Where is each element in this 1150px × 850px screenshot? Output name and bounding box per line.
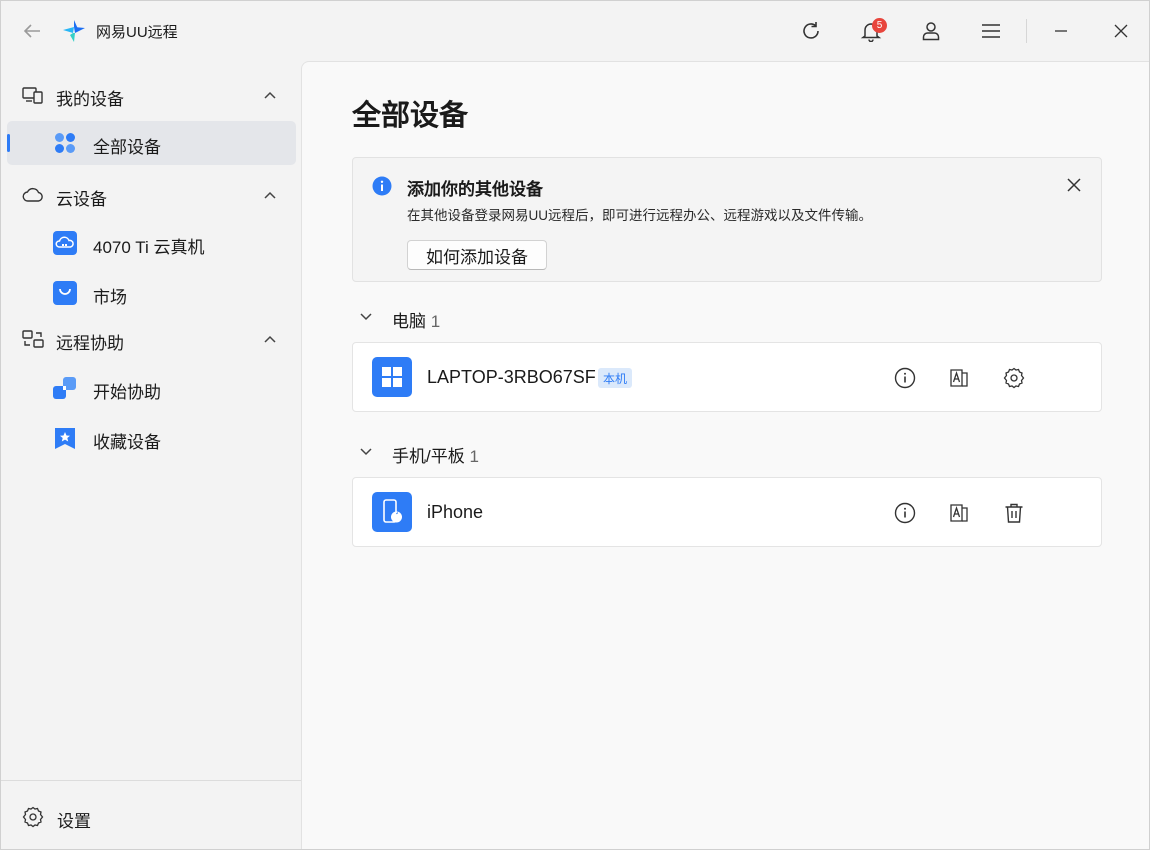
cloud-pc-icon — [53, 231, 77, 255]
info-icon — [894, 367, 916, 389]
minimize-icon — [1055, 30, 1067, 32]
sidebar-item-label: 全部设备 — [93, 138, 161, 157]
refresh-icon — [803, 22, 819, 39]
device-card-iphone[interactable]: iPhone — [352, 477, 1102, 547]
nav-group-label: 我的设备 — [56, 90, 124, 109]
gear-icon — [1003, 367, 1025, 389]
device-card-laptop[interactable]: LAPTOP-3RBO67SF 本机 — [352, 342, 1102, 412]
info-icon — [894, 502, 916, 524]
refresh-button[interactable] — [796, 16, 826, 46]
active-indicator — [7, 134, 10, 152]
minimize-button[interactable] — [1046, 16, 1076, 46]
translate-icon — [950, 504, 968, 522]
menu-button[interactable] — [976, 16, 1006, 46]
arrow-left-icon — [23, 24, 40, 38]
back-button[interactable] — [19, 19, 45, 43]
settings-label: 设置 — [57, 812, 91, 831]
info-filled-icon — [372, 176, 392, 196]
trash-icon — [1005, 503, 1023, 523]
section-label: 手机/平板 1 — [392, 447, 479, 466]
device-settings-button[interactable] — [1001, 365, 1027, 391]
sidebar: 我的设备 全部设备 云设备 4070 Ti 云真机 市场 远程协助 开始协助 收… — [1, 61, 301, 849]
chevron-up-icon[interactable] — [261, 187, 279, 203]
close-icon — [1114, 24, 1128, 38]
menu-icon — [982, 24, 1000, 38]
sidebar-item-label: 收藏设备 — [93, 433, 161, 452]
sidebar-item-label: 4070 Ti 云真机 — [93, 238, 205, 257]
titlebar-divider — [1026, 19, 1027, 43]
devices-icon — [21, 84, 45, 106]
start-assist-icon — [53, 377, 76, 399]
sidebar-item-start-assist[interactable]: 开始协助 — [7, 366, 296, 410]
notification-badge: 5 — [872, 18, 887, 33]
banner-description: 在其他设备登录网易UU远程后，即可进行远程办公、远程游戏以及文件传输。 — [407, 208, 872, 223]
section-count: 1 — [469, 447, 479, 466]
gear-icon — [21, 805, 45, 829]
assist-icon — [21, 328, 45, 350]
nav-group-label: 云设备 — [56, 190, 107, 209]
notifications-button[interactable]: 5 — [856, 16, 887, 46]
add-device-banner: 添加你的其他设备 在其他设备登录网易UU远程后，即可进行远程办公、远程游戏以及文… — [352, 157, 1102, 282]
close-icon — [1067, 178, 1081, 192]
nav-group-remote-assist[interactable]: 远程协助 — [1, 317, 301, 361]
settings-button[interactable]: 设置 — [1, 799, 301, 835]
section-label: 电脑 1 — [392, 312, 441, 331]
nav-group-my-devices[interactable]: 我的设备 — [1, 73, 301, 117]
sidebar-item-favorites[interactable]: 收藏设备 — [7, 416, 296, 460]
grid-dots-icon — [55, 133, 75, 153]
device-name: iPhone — [427, 502, 484, 522]
page-title: 全部设备 — [352, 100, 469, 132]
device-info-button[interactable] — [892, 365, 918, 391]
section-count: 1 — [430, 312, 441, 331]
sidebar-item-cloud-pc[interactable]: 4070 Ti 云真机 — [7, 221, 296, 265]
shopping-bag-icon — [53, 281, 77, 305]
chevron-down-icon[interactable] — [357, 308, 375, 326]
how-to-add-device-button[interactable]: 如何添加设备 — [407, 240, 547, 270]
chevron-up-icon[interactable] — [261, 87, 279, 103]
sidebar-item-all-devices[interactable]: 全部设备 — [7, 121, 296, 165]
chevron-up-icon[interactable] — [261, 331, 279, 347]
chevron-down-icon[interactable] — [357, 443, 375, 461]
sidebar-divider — [1, 780, 301, 781]
bookmark-star-icon — [55, 428, 75, 449]
cloud-icon — [21, 184, 45, 206]
sidebar-item-label: 开始协助 — [93, 383, 161, 402]
nav-group-label: 远程协助 — [56, 334, 124, 353]
translate-icon — [950, 369, 968, 387]
this-device-badge: 本机 — [598, 368, 633, 388]
app-title: 网易UU远程 — [96, 24, 178, 41]
device-name: LAPTOP-3RBO67SF — [427, 367, 596, 387]
banner-title: 添加你的其他设备 — [407, 180, 543, 199]
nav-group-cloud-devices[interactable]: 云设备 — [1, 173, 301, 217]
banner-close-button[interactable] — [1063, 174, 1085, 196]
sidebar-item-market[interactable]: 市场 — [7, 271, 296, 315]
user-icon — [922, 22, 940, 41]
main-panel: 全部设备 添加你的其他设备 在其他设备登录网易UU远程后，即可进行远程办公、远程… — [301, 61, 1149, 849]
device-info-button[interactable] — [892, 500, 918, 526]
device-delete-button[interactable] — [1001, 500, 1027, 526]
device-translate-button[interactable] — [946, 500, 972, 526]
device-translate-button[interactable] — [946, 365, 972, 391]
section-phones-header[interactable]: 手机/平板 1 — [357, 441, 557, 466]
windows-icon — [372, 357, 412, 397]
user-button[interactable] — [916, 16, 946, 46]
app-window: 网易UU远程 5 我的设备 全部设备 云设备 4070 Ti 云真机 市场 远程… — [0, 0, 1150, 850]
app-logo — [63, 20, 85, 42]
section-computers-header[interactable]: 电脑 1 — [357, 306, 557, 331]
title-bar: 网易UU远程 5 — [1, 1, 1149, 61]
sidebar-item-label: 市场 — [93, 288, 127, 307]
close-window-button[interactable] — [1106, 16, 1136, 46]
iphone-icon — [372, 492, 412, 532]
